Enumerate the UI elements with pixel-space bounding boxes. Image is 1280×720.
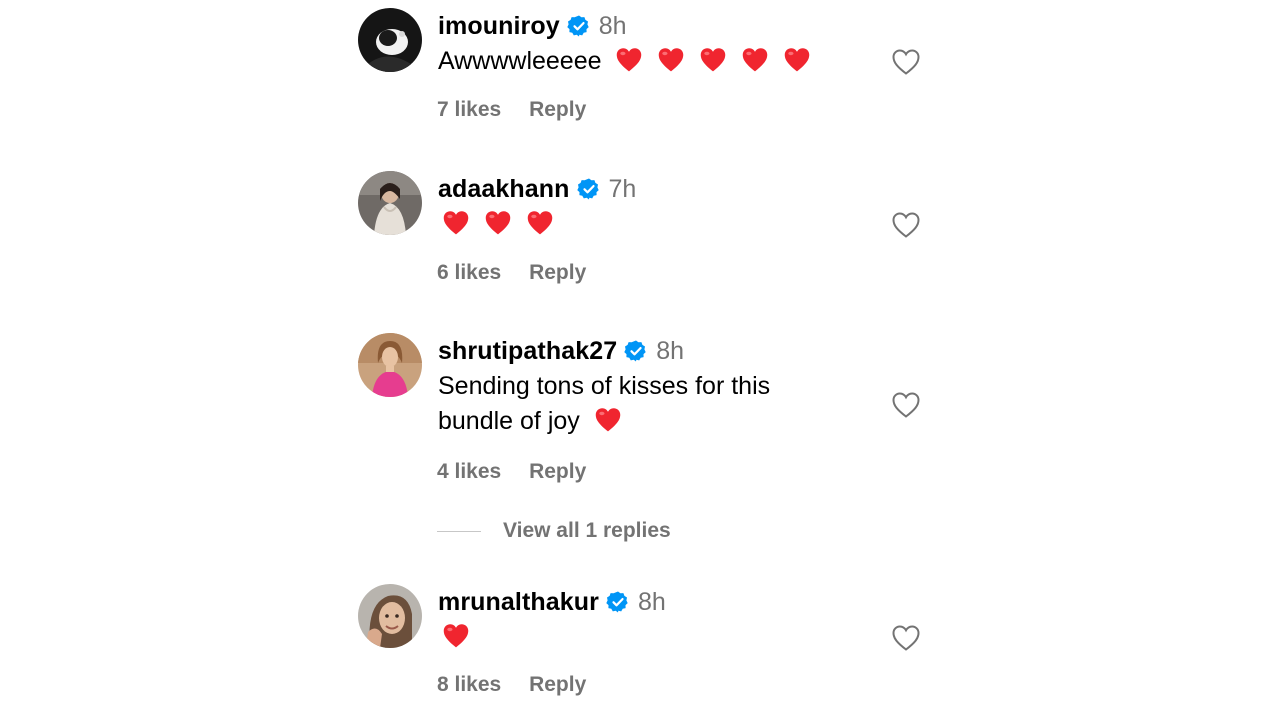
reply-button[interactable]: Reply [529,98,586,122]
red-heart-emoji-icon [485,211,511,235]
red-heart-emoji-icon [659,48,684,72]
comment-meta: 7 likes Reply [437,98,586,122]
red-heart-emoji-icon [443,211,469,235]
comment-text-line: bundle of joy [438,407,580,435]
verified-badge-icon [576,178,599,200]
likes-count[interactable]: 7 likes [437,98,501,122]
view-replies-label: View all 1 replies [503,519,671,542]
comment-body: imouniroy 8h Awwwwleeeee [438,8,858,79]
username[interactable]: adaakhann [438,175,570,204]
red-heart-emoji-icon [617,48,642,72]
red-heart-emoji-icon [527,211,553,235]
comment-meta: 6 likes Reply [437,261,586,285]
red-heart-emoji-icon [443,624,469,648]
red-heart-emoji-icon [743,48,768,72]
like-heart-icon[interactable] [890,389,922,421]
avatar-photo-icon [358,333,422,397]
avatar-photo-icon [358,584,422,648]
avatar-photo-icon [358,171,422,235]
timestamp: 7h [608,174,637,203]
username[interactable]: mrunalthakur [438,588,599,617]
comment-body: adaakhann 7h [438,171,858,242]
like-heart-icon[interactable] [890,622,922,654]
reply-button[interactable]: Reply [529,673,586,697]
comment-body: shrutipathak27 8h Sending tons of kisses… [438,333,858,439]
red-heart-emoji-icon [701,48,726,72]
like-heart-icon[interactable] [890,209,922,241]
timestamp: 8h [598,11,627,40]
avatar[interactable] [358,8,422,72]
comments-list: imouniroy 8h Awwwwleeeee 7 likes Reply a… [0,0,1280,720]
timestamp: 8h [637,587,666,616]
like-heart-icon[interactable] [890,46,922,78]
comment-text: Sending tons of kisses for this bundle o… [438,369,858,439]
likes-count[interactable]: 8 likes [437,673,501,697]
reply-button[interactable]: Reply [529,261,586,285]
comment-text: Awwwwleeeee [438,44,858,79]
username[interactable]: imouniroy [438,12,560,41]
red-heart-emoji-icon [595,408,620,432]
comment-text [438,207,858,242]
comment-body: mrunalthakur 8h [438,584,858,655]
view-replies-button[interactable]: View all 1 replies [437,519,671,543]
likes-count[interactable]: 4 likes [437,460,501,484]
username[interactable]: shrutipathak27 [438,337,617,366]
likes-count[interactable]: 6 likes [437,261,501,285]
verified-badge-icon [606,591,628,613]
comment-text [438,620,858,655]
verified-badge-icon [567,15,589,37]
divider-line [437,530,481,532]
avatar[interactable] [358,333,422,397]
comment-text-content: Awwwwleeeee [438,47,602,75]
comment-text-line: Sending tons of kisses for this [438,372,771,400]
verified-badge-icon [624,340,646,362]
timestamp: 8h [656,336,685,365]
avatar-dark-icon [358,8,422,72]
comment-meta: 4 likes Reply [437,460,586,484]
comment-meta: 8 likes Reply [437,673,586,697]
avatar[interactable] [358,584,422,648]
reply-button[interactable]: Reply [529,460,586,484]
red-heart-emoji-icon [785,48,810,72]
avatar[interactable] [358,171,422,235]
